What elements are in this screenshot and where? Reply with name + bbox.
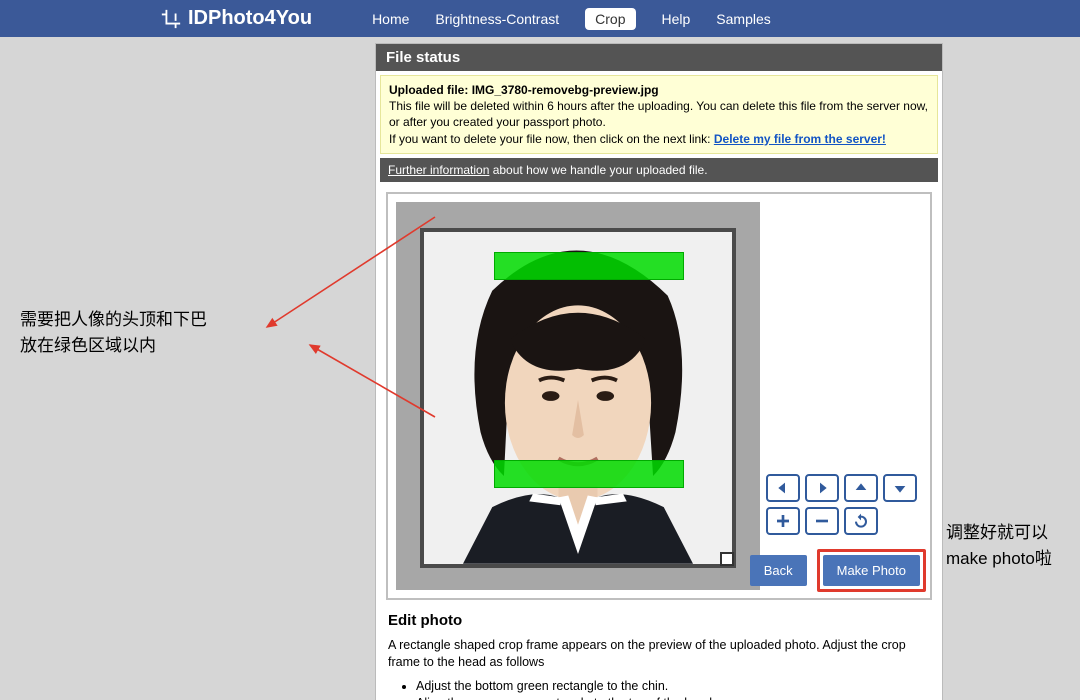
delete-now-prefix: If you want to delete your file now, the… [389,132,714,146]
move-right-button[interactable] [805,474,839,502]
edit-photo-bullets: Adjust the bottom green rectangle to the… [416,678,930,700]
annotation-left: 需要把人像的头顶和下巴 放在绿色区域以内 [20,307,250,358]
file-status-header: File status [376,44,942,71]
crop-card: Back Make Photo [386,192,932,600]
delete-file-link[interactable]: Delete my file from the server! [714,132,886,146]
arrow-down-icon [892,480,908,496]
crop-guide-bottom[interactable] [494,460,684,488]
page-stage: File status Uploaded file: IMG_3780-remo… [0,37,1080,700]
move-up-button[interactable] [844,474,878,502]
edit-photo-section: Edit photo A rectangle shaped crop frame… [388,610,930,700]
zoom-in-button[interactable] [766,507,800,535]
crop-controls [766,474,924,535]
move-down-button[interactable] [883,474,917,502]
crop-inner-frame[interactable] [420,228,736,568]
edit-bullet: Align the upper green rectangle to the t… [416,695,930,700]
nav-help[interactable]: Help [662,11,691,27]
brand-logo[interactable]: IDPhoto4You [160,7,312,30]
zoom-out-button[interactable] [805,507,839,535]
annotation-right: 调整好就可以 make photo啦 [946,520,1076,571]
nav-home[interactable]: Home [372,11,409,27]
arrow-left-icon [775,480,791,496]
deletion-note: This file will be deleted within 6 hours… [389,99,928,129]
further-information-link[interactable]: Further information [388,163,489,177]
nav-items: Home Brightness-Contrast Crop Help Sampl… [372,8,771,30]
uploaded-photo [424,232,732,564]
further-information-bar: Further information about how we handle … [380,158,938,182]
make-photo-button[interactable]: Make Photo [823,555,920,586]
brand-text: IDPhoto4You [188,7,312,30]
nav-samples[interactable]: Samples [716,11,770,27]
file-status-box: Uploaded file: IMG_3780-removebg-preview… [380,75,938,154]
arrow-right-icon [814,480,830,496]
make-photo-highlight: Make Photo [817,549,926,592]
uploaded-file-label: Uploaded file: IMG_3780-removebg-preview… [389,83,659,97]
edit-photo-intro: A rectangle shaped crop frame appears on… [388,637,930,672]
edit-bullet: Adjust the bottom green rectangle to the… [416,678,930,696]
crop-icon [160,8,182,30]
nav-crop[interactable]: Crop [585,8,635,30]
move-left-button[interactable] [766,474,800,502]
minus-icon [814,513,830,529]
rotate-button[interactable] [844,507,878,535]
nav-brightness-contrast[interactable]: Brightness-Contrast [435,11,559,27]
crop-resize-handle[interactable] [720,552,734,566]
arrow-up-icon [853,480,869,496]
crop-action-row: Back Make Photo [750,549,926,592]
back-button[interactable]: Back [750,555,807,586]
rotate-icon [853,513,869,529]
navbar: IDPhoto4You Home Brightness-Contrast Cro… [0,0,1080,37]
plus-icon [775,513,791,529]
crop-outer-frame[interactable] [396,202,760,590]
edit-photo-heading: Edit photo [388,610,930,631]
crop-guide-top[interactable] [494,252,684,280]
main-panel: File status Uploaded file: IMG_3780-remo… [375,43,943,700]
